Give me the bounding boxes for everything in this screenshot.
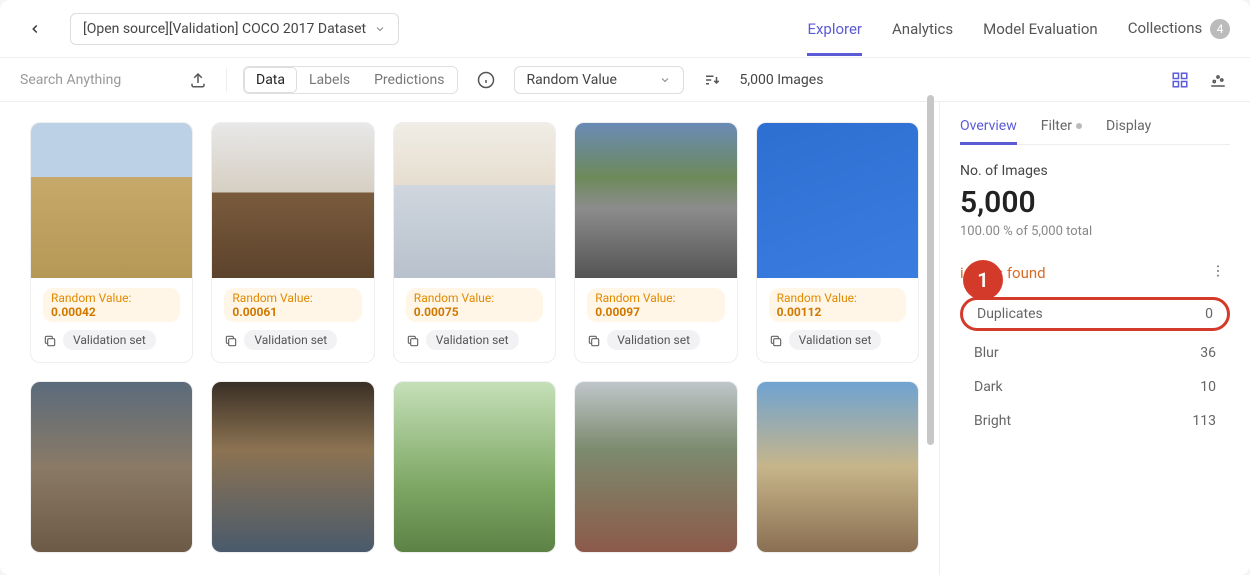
image-card[interactable] xyxy=(756,381,919,553)
upload-icon[interactable] xyxy=(186,68,210,92)
dataset-name: [Open source][Validation] COCO 2017 Data… xyxy=(83,21,366,37)
thumbnail xyxy=(575,123,736,278)
thumbnail xyxy=(757,123,918,278)
stack-icon xyxy=(224,333,238,347)
dataset-selector[interactable]: [Open source][Validation] COCO 2017 Data… xyxy=(70,13,399,45)
thumbnail xyxy=(212,123,373,278)
image-card[interactable] xyxy=(211,381,374,553)
tab-collections[interactable]: Collections 4 xyxy=(1128,1,1230,57)
image-count: 5,000 Images xyxy=(740,72,824,88)
issue-item-bright[interactable]: Bright113 xyxy=(960,409,1230,433)
stack-icon xyxy=(769,333,783,347)
segment-labels[interactable]: Labels xyxy=(297,67,362,93)
set-pill: Validation set xyxy=(426,330,519,350)
scrollbar[interactable] xyxy=(927,95,934,445)
image-card[interactable] xyxy=(30,381,193,553)
annotation-marker-1: 1 xyxy=(963,260,1003,300)
tab-explorer[interactable]: Explorer xyxy=(807,2,862,56)
chart-view-icon[interactable] xyxy=(1206,68,1230,92)
stat-value: 5,000 xyxy=(960,185,1230,220)
main-grid-area: Random Value: 0.00042 Validation set Ran… xyxy=(0,102,940,575)
image-card[interactable] xyxy=(393,381,556,553)
side-tab-display[interactable]: Display xyxy=(1106,118,1151,144)
stat-label: No. of Images xyxy=(960,163,1230,179)
view-segment: Data Labels Predictions xyxy=(243,66,458,94)
thumbnail xyxy=(394,382,555,552)
stack-icon xyxy=(43,333,57,347)
random-value-pill: Random Value: 0.00042 xyxy=(43,288,180,322)
random-value-pill: Random Value: 0.00097 xyxy=(587,288,724,322)
tab-analytics[interactable]: Analytics xyxy=(892,2,953,56)
info-icon[interactable] xyxy=(474,68,498,92)
random-value-pill: Random Value: 0.00112 xyxy=(769,288,906,322)
random-value-pill: Random Value: 0.00061 xyxy=(224,288,361,322)
stat-sub: 100.00 % of 5,000 total xyxy=(960,224,1230,239)
set-pill: Validation set xyxy=(244,330,337,350)
segment-predictions[interactable]: Predictions xyxy=(362,67,456,93)
thumbnail xyxy=(31,382,192,552)
thumbnail xyxy=(575,382,736,552)
image-card[interactable]: Random Value: 0.00075 Validation set xyxy=(393,122,556,363)
image-card[interactable]: Random Value: 0.00112 Validation set xyxy=(756,122,919,363)
stack-icon xyxy=(587,333,601,347)
thumbnail xyxy=(31,123,192,278)
stack-icon xyxy=(406,333,420,347)
thumbnail xyxy=(757,382,918,552)
grid-view-icon[interactable] xyxy=(1168,68,1192,92)
issues-more-icon[interactable] xyxy=(1206,259,1230,287)
set-pill: Validation set xyxy=(63,330,156,350)
sort-selector[interactable]: Random Value xyxy=(514,66,684,94)
image-card[interactable]: Random Value: 0.00097 Validation set xyxy=(574,122,737,363)
search-input[interactable] xyxy=(20,72,170,88)
issue-item-dark[interactable]: Dark10 xyxy=(960,375,1230,399)
set-pill: Validation set xyxy=(607,330,700,350)
issue-item-blur[interactable]: Blur36 xyxy=(960,341,1230,365)
filter-indicator-dot xyxy=(1076,123,1082,129)
set-pill: Validation set xyxy=(789,330,882,350)
image-card[interactable]: Random Value: 0.00042 Validation set xyxy=(30,122,193,363)
image-card[interactable]: Random Value: 0.00061 Validation set xyxy=(211,122,374,363)
collections-badge: 4 xyxy=(1210,19,1230,39)
thumbnail xyxy=(212,382,373,552)
thumbnail xyxy=(394,123,555,278)
random-value-pill: Random Value: 0.00075 xyxy=(406,288,543,322)
sort-direction-icon[interactable] xyxy=(700,68,724,92)
side-tab-filter[interactable]: Filter xyxy=(1041,118,1082,144)
back-button[interactable] xyxy=(20,14,50,44)
side-panel: Overview Filter Display No. of Images 5,… xyxy=(940,102,1250,575)
side-tab-overview[interactable]: Overview xyxy=(960,118,1017,144)
issue-item-duplicates[interactable]: Duplicates0 xyxy=(960,297,1230,331)
image-card[interactable] xyxy=(574,381,737,553)
tab-model-evaluation[interactable]: Model Evaluation xyxy=(983,2,1098,56)
segment-data[interactable]: Data xyxy=(244,67,297,93)
